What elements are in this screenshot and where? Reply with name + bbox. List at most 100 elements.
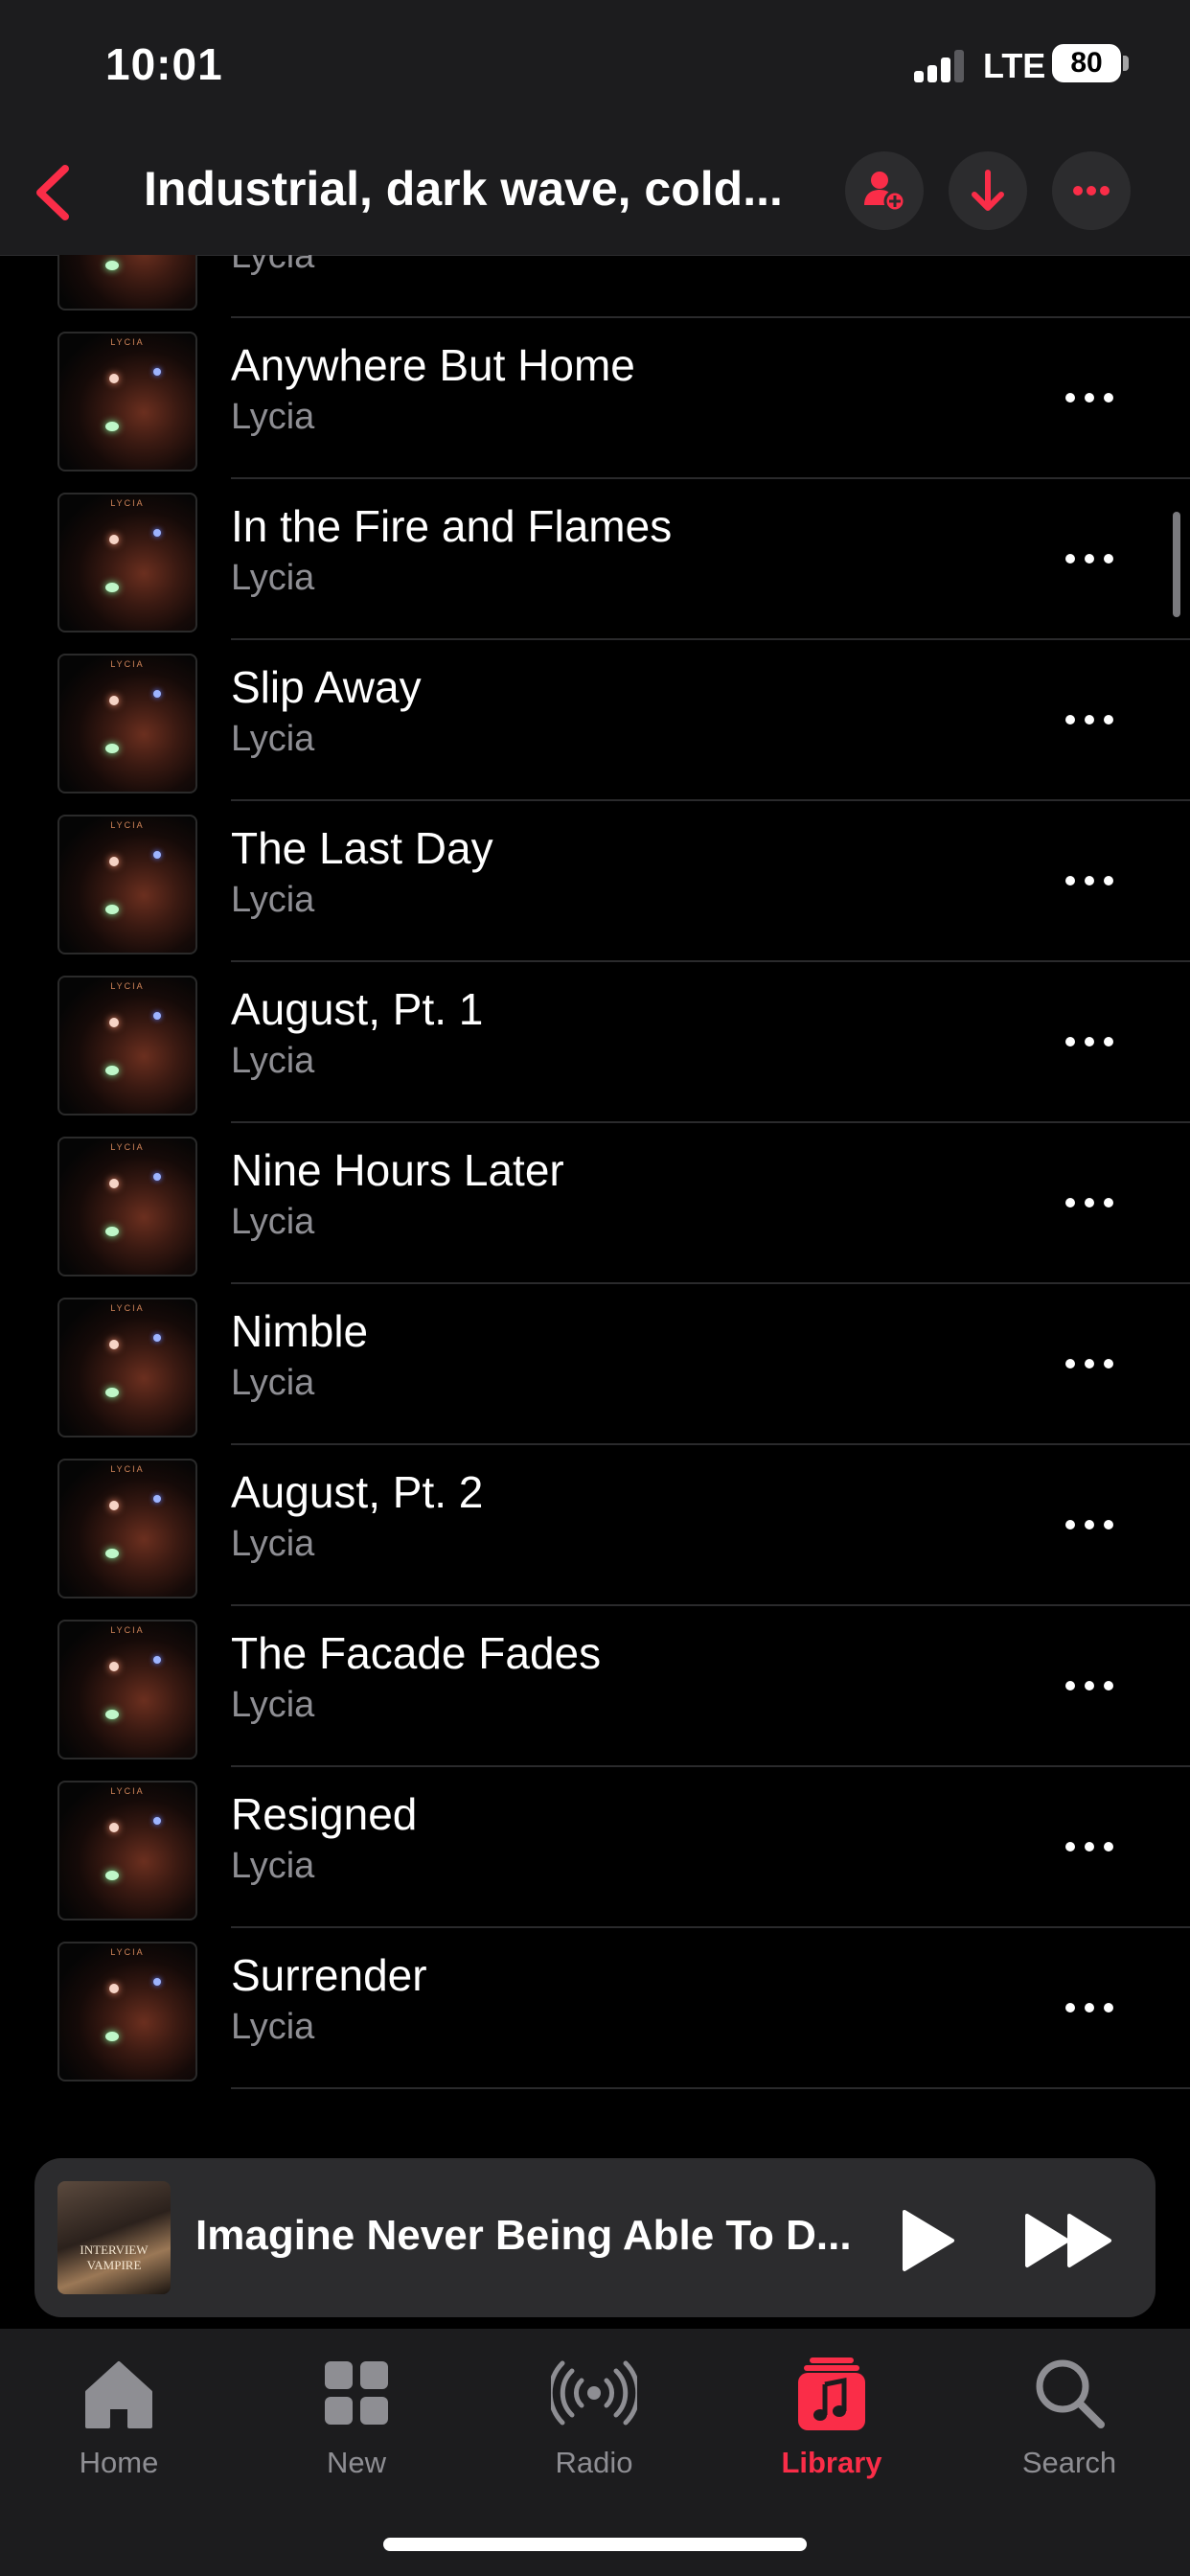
song-artist: Lycia [231, 880, 315, 920]
more-dot-icon [1065, 554, 1075, 564]
more-dot-icon [1104, 2003, 1113, 2012]
more-dot-icon [1104, 393, 1113, 402]
album-artwork: LYCIA [57, 255, 197, 310]
more-dot-icon [1065, 1681, 1075, 1690]
song-more-button[interactable] [1065, 1514, 1117, 1537]
playlist-title: Industrial, dark wave, cold... [144, 162, 783, 216]
more-dot-icon [1104, 1198, 1113, 1208]
artwork-detail [105, 1871, 119, 1880]
album-artwork: LYCIA [57, 1620, 197, 1760]
artwork-detail [105, 261, 119, 270]
more-dot-icon [1065, 715, 1075, 724]
add-collaborator-button[interactable] [845, 151, 924, 230]
more-options-button[interactable] [1052, 151, 1131, 230]
more-dot-icon [1104, 1681, 1113, 1690]
artwork-label: LYCIA [110, 659, 145, 669]
artwork-detail [105, 1227, 119, 1236]
artwork-detail [105, 2032, 119, 2041]
song-more-button[interactable] [1065, 709, 1117, 732]
song-artist: Lycia [231, 1363, 315, 1403]
song-more-button[interactable] [1065, 548, 1117, 571]
album-artwork: LYCIA [57, 493, 197, 632]
more-dot-icon [1065, 1198, 1075, 1208]
more-dot-icon [1085, 715, 1094, 724]
song-row[interactable]: LYCIA Nimble Lycia [0, 1284, 1190, 1445]
song-artist: Lycia [231, 1846, 315, 1886]
signal-strength-icon [914, 50, 970, 82]
mini-player[interactable]: INTERVIEW VAMPIRE Imagine Never Being Ab… [34, 2158, 1156, 2317]
artwork-detail [105, 905, 119, 914]
artwork-detail [153, 1495, 161, 1503]
now-playing-artwork: INTERVIEW VAMPIRE [57, 2181, 171, 2294]
song-more-button[interactable] [1065, 1836, 1117, 1859]
download-button[interactable] [949, 151, 1027, 230]
artwork-detail [109, 1984, 119, 1993]
song-title: Resigned [231, 1789, 418, 1839]
battery-icon: 80 [1052, 44, 1121, 82]
artwork-detail [109, 696, 119, 705]
artwork-detail [109, 1018, 119, 1027]
song-row[interactable]: LYCIA Nine Hours Later Lycia [0, 1123, 1190, 1284]
song-title: Nine Hours Later [231, 1145, 564, 1195]
home-icon [85, 2361, 152, 2428]
more-dot-icon [1065, 1520, 1075, 1530]
artwork-label: LYCIA [110, 337, 145, 347]
now-playing-title: Imagine Never Being Able To D... [195, 2212, 852, 2259]
song-row[interactable]: LYCIA August, Pt. 1 Lycia [0, 962, 1190, 1123]
more-dot-icon [1085, 393, 1094, 402]
tab-home[interactable]: Home [23, 2350, 215, 2494]
back-button[interactable] [27, 153, 94, 230]
song-more-button[interactable] [1065, 1353, 1117, 1376]
play-icon[interactable] [887, 2202, 964, 2279]
artwork-label: LYCIA [110, 1142, 145, 1152]
artwork-detail [153, 529, 161, 537]
artwork-label: LYCIA [110, 1625, 145, 1635]
song-title: August, Pt. 2 [231, 1467, 484, 1517]
song-more-button[interactable] [1065, 1192, 1117, 1215]
more-dot-icon [1085, 554, 1094, 564]
artwork-detail [105, 1066, 119, 1075]
song-row[interactable]: LYCIA The Last Day Lycia [0, 801, 1190, 962]
scroll-indicator[interactable] [1173, 512, 1180, 617]
add-collaborator-icon [864, 172, 906, 213]
song-row[interactable]: LYCIA August, Pt. 2 Lycia [0, 1445, 1190, 1606]
more-dot-icon [1104, 1037, 1113, 1046]
song-more-button[interactable] [1065, 870, 1117, 893]
song-row[interactable]: LYCIA Slip Away Lycia [0, 640, 1190, 801]
artwork-detail [109, 1340, 119, 1349]
song-artist: Lycia [231, 2007, 315, 2047]
home-indicator[interactable] [383, 2538, 807, 2551]
artwork-label: LYCIA [110, 1464, 145, 1474]
song-list[interactable]: LYCIASilence and DistanceLyciaLYCIAAnywh… [0, 255, 1190, 2147]
song-more-button[interactable] [1065, 1675, 1117, 1698]
fast-forward-icon[interactable] [1021, 2202, 1117, 2279]
more-dot-icon [1065, 1037, 1075, 1046]
tab-search[interactable]: Search [973, 2350, 1165, 2494]
row-divider [231, 2087, 1190, 2089]
song-row[interactable]: LYCIA The Facade Fades Lycia [0, 1606, 1190, 1767]
artwork-detail [109, 1501, 119, 1510]
artwork-detail [153, 368, 161, 376]
album-artwork: LYCIA [57, 1137, 197, 1276]
artwork-detail [153, 690, 161, 698]
song-row[interactable]: LYCIA Resigned Lycia [0, 1767, 1190, 1928]
tab-new[interactable]: New [261, 2350, 452, 2494]
song-row[interactable]: LYCIA In the Fire and Flames Lycia [0, 479, 1190, 640]
tab-radio[interactable]: Radio [498, 2350, 690, 2494]
artwork-label: LYCIA [110, 498, 145, 508]
song-row[interactable]: LYCIA Anywhere But Home Lycia [0, 318, 1190, 479]
song-more-button[interactable] [1065, 1997, 1117, 2020]
artwork-detail [153, 1817, 161, 1825]
song-title: Slip Away [231, 662, 422, 712]
song-row[interactable]: LYCIASilence and DistanceLycia [0, 255, 1190, 318]
song-artist: Lycia [231, 1685, 315, 1725]
artwork-detail [153, 851, 161, 859]
artwork-detail [105, 583, 119, 592]
tab-library[interactable]: Library [736, 2350, 927, 2494]
album-artwork: LYCIA [57, 1298, 197, 1438]
song-row[interactable]: LYCIA Surrender Lycia [0, 1928, 1190, 2089]
tab-label-search: Search [1021, 2446, 1117, 2479]
battery-tip [1123, 56, 1129, 71]
song-more-button[interactable] [1065, 1031, 1117, 1054]
song-more-button[interactable] [1065, 387, 1117, 410]
